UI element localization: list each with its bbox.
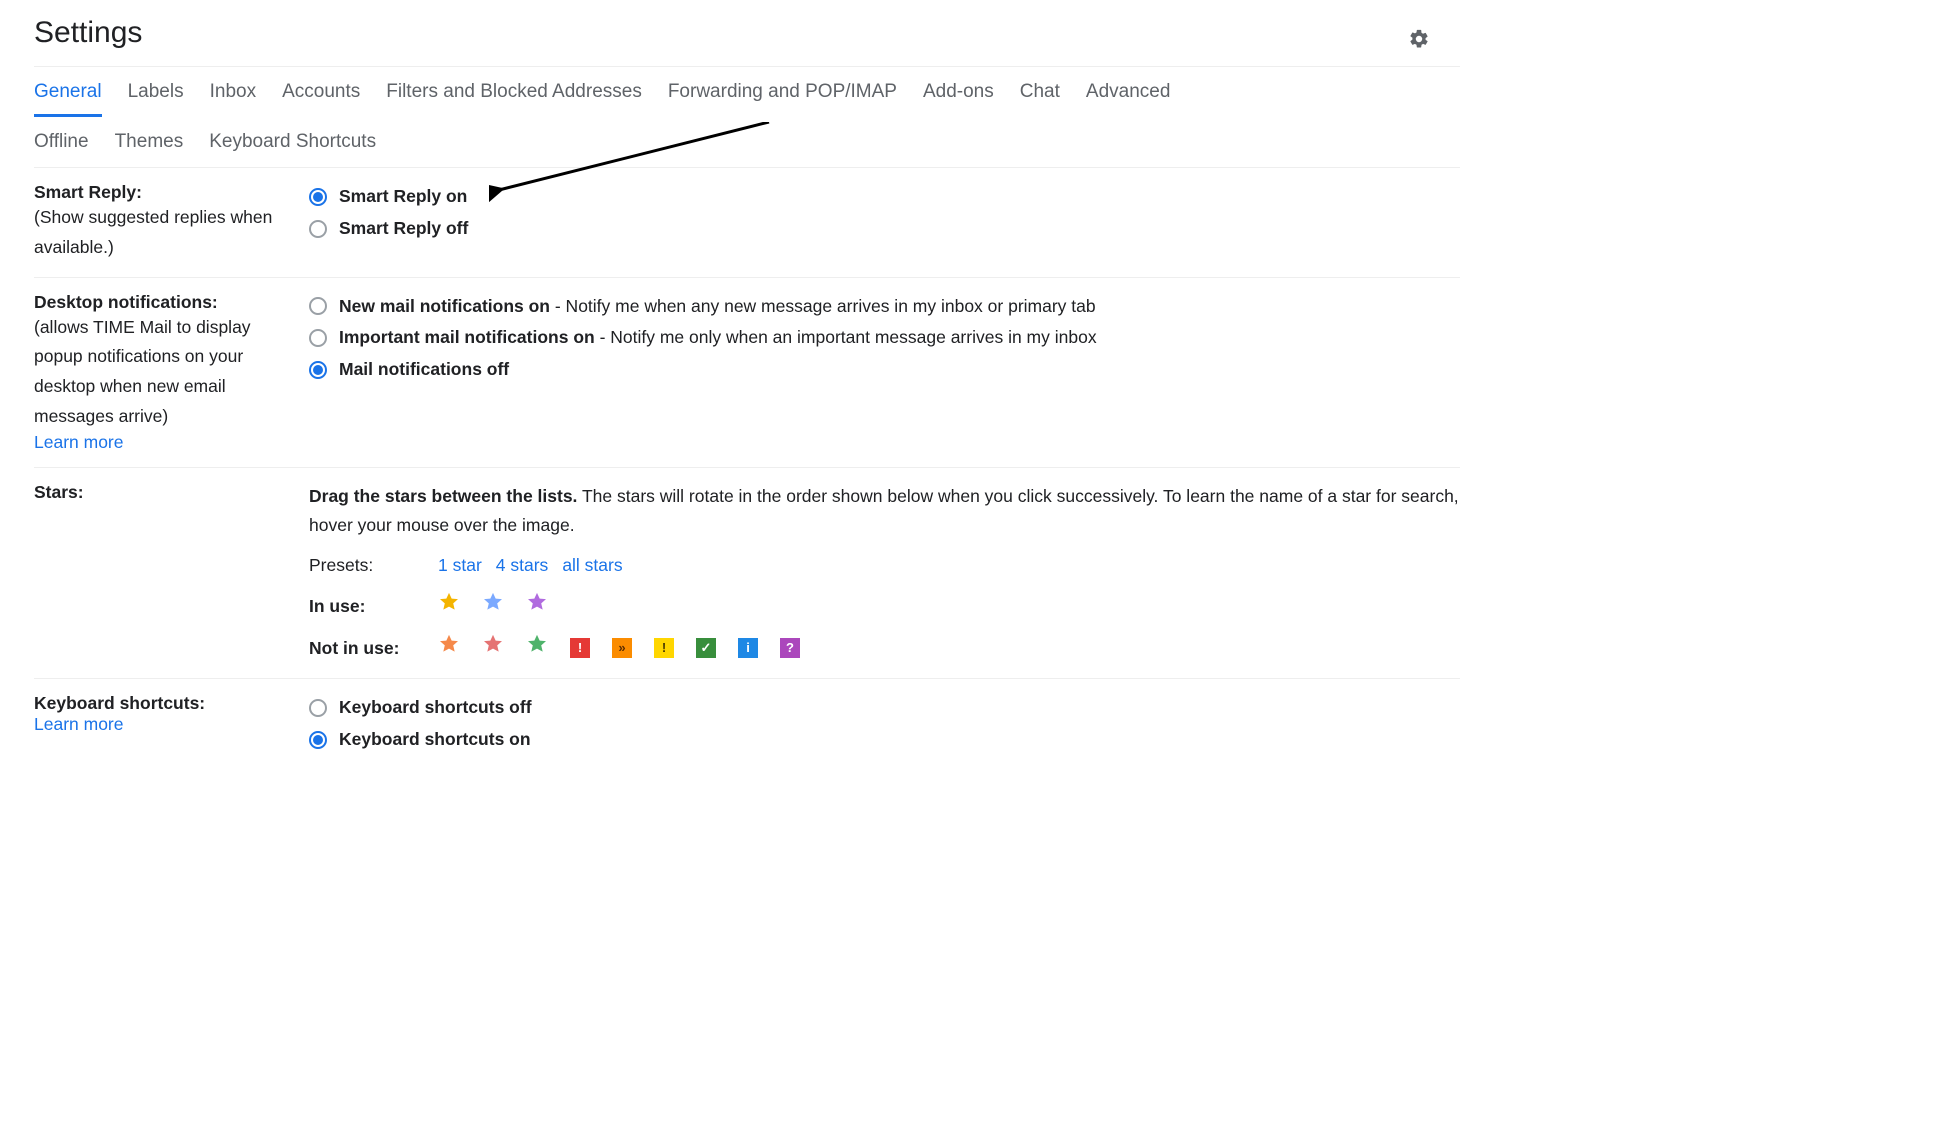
section-stars: Stars: Drag the stars between the lists.…	[34, 468, 1460, 680]
tab-keyboard-shortcuts[interactable]: Keyboard Shortcuts	[209, 131, 376, 153]
radio-smart-reply-on[interactable]	[309, 188, 327, 206]
smart-reply-title: Smart Reply:	[34, 182, 142, 202]
label-important-mail-notif-on: Important mail notifications on	[339, 327, 595, 347]
page-title: Settings	[34, 12, 142, 66]
tab-offline[interactable]: Offline	[34, 131, 89, 153]
tab-general[interactable]: General	[34, 81, 102, 117]
preset-all-stars[interactable]: all stars	[562, 551, 622, 581]
red-star-icon[interactable]	[482, 633, 504, 665]
label-new-mail-notif-on: New mail notifications on	[339, 296, 550, 316]
red-bang-icon[interactable]: !	[570, 638, 590, 658]
preset-1-star[interactable]: 1 star	[438, 551, 482, 581]
label-important-mail-notif-on-desc: - Notify me only when an important messa…	[595, 327, 1097, 347]
stars-notinuse-list: ! »! ✓ i?	[438, 633, 800, 665]
orange-guillemet-icon[interactable]: »	[612, 638, 632, 658]
preset-4-stars[interactable]: 4 stars	[496, 551, 549, 581]
stars-presets-label: Presets:	[309, 551, 424, 581]
keyboard-shortcuts-learn-more-link[interactable]: Learn more	[34, 714, 124, 734]
radio-mail-notif-off[interactable]	[309, 361, 327, 379]
section-desktop-notifications: Desktop notifications: (allows TIME Mail…	[34, 278, 1460, 468]
stars-inuse-label: In use:	[309, 592, 424, 622]
desktop-notif-learn-more-link[interactable]: Learn more	[34, 432, 124, 452]
blue-star-icon[interactable]	[482, 591, 504, 623]
desktop-notif-desc: (allows TIME Mail to display popup notif…	[34, 317, 251, 426]
tab-inbox[interactable]: Inbox	[210, 81, 256, 117]
tabs-row-2: Offline Themes Keyboard Shortcuts	[34, 117, 1460, 167]
stars-title: Stars:	[34, 482, 84, 502]
label-smart-reply-off: Smart Reply off	[339, 214, 468, 244]
radio-important-mail-notif-on[interactable]	[309, 329, 327, 347]
tabs-row-1: General Labels Inbox Accounts Filters an…	[34, 67, 1460, 117]
tab-forwarding[interactable]: Forwarding and POP/IMAP	[668, 81, 897, 117]
tab-chat[interactable]: Chat	[1020, 81, 1060, 117]
stars-notinuse-label: Not in use:	[309, 634, 424, 664]
radio-keyboard-shortcuts-on[interactable]	[309, 731, 327, 749]
green-star-icon[interactable]	[526, 633, 548, 665]
tab-advanced[interactable]: Advanced	[1086, 81, 1171, 117]
tab-filters[interactable]: Filters and Blocked Addresses	[386, 81, 642, 117]
tab-themes[interactable]: Themes	[115, 131, 184, 153]
smart-reply-desc: (Show suggested replies when available.)	[34, 207, 272, 257]
radio-new-mail-notif-on[interactable]	[309, 297, 327, 315]
radio-smart-reply-off[interactable]	[309, 220, 327, 238]
yellow-star-icon[interactable]	[438, 591, 460, 623]
label-smart-reply-on: Smart Reply on	[339, 182, 467, 212]
blue-info-icon[interactable]: i	[738, 638, 758, 658]
radio-keyboard-shortcuts-off[interactable]	[309, 699, 327, 717]
label-new-mail-notif-on-desc: - Notify me when any new message arrives…	[550, 296, 1096, 316]
tab-addons[interactable]: Add-ons	[923, 81, 994, 117]
stars-inuse-list	[438, 591, 548, 623]
stars-intro-bold: Drag the stars between the lists.	[309, 486, 577, 506]
label-keyboard-shortcuts-on: Keyboard shortcuts on	[339, 725, 531, 755]
keyboard-shortcuts-title: Keyboard shortcuts:	[34, 693, 205, 713]
section-keyboard-shortcuts: Keyboard shortcuts: Learn more Keyboard …	[34, 679, 1460, 771]
purple-star-icon[interactable]	[526, 591, 548, 623]
desktop-notif-title: Desktop notifications:	[34, 292, 218, 312]
gear-icon[interactable]	[1408, 28, 1430, 50]
orange-star-icon[interactable]	[438, 633, 460, 665]
section-smart-reply: Smart Reply: (Show suggested replies whe…	[34, 168, 1460, 278]
tab-labels[interactable]: Labels	[128, 81, 184, 117]
label-mail-notif-off: Mail notifications off	[339, 355, 509, 385]
label-keyboard-shortcuts-off: Keyboard shortcuts off	[339, 693, 532, 723]
purple-question-icon[interactable]: ?	[780, 638, 800, 658]
green-check-icon[interactable]: ✓	[696, 638, 716, 658]
tab-accounts[interactable]: Accounts	[282, 81, 360, 117]
yellow-bang-icon[interactable]: !	[654, 638, 674, 658]
